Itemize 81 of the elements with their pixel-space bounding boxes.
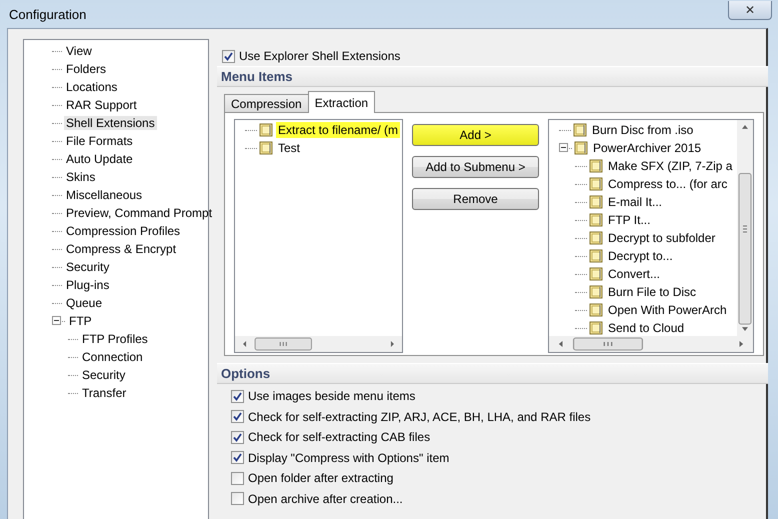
menu-item-icon [589,321,603,335]
menu-item[interactable]: Make SFX (ZIP, 7-Zip a [606,158,734,174]
checkbox[interactable] [231,430,244,444]
sidebar-item[interactable]: FTP [67,314,94,328]
horizontal-scrollbar[interactable] [235,336,402,352]
menu-item[interactable]: Open With PowerArch [606,302,729,318]
menu-item[interactable]: Burn Disc from .iso [590,122,696,138]
checkbox[interactable] [231,390,244,403]
menu-item[interactable]: Test [276,140,302,156]
checkbox[interactable] [222,50,235,62]
checkbox-label: Check for self-extracting CAB files [248,430,430,444]
menu-item[interactable]: Extract to filename/ (m [276,122,400,138]
menu-item-icon [573,123,587,137]
collapse-icon[interactable] [52,316,61,325]
menu-item-icon [574,141,588,155]
menu-item-icon [589,303,603,317]
checkbox-label: Use Explorer Shell Extensions [239,49,400,63]
menu-item-icon [259,123,273,137]
menu-item[interactable]: Compress to... (for arc [606,176,730,192]
menu-item-icon [589,285,603,299]
checkbox-label: Open folder after extracting [248,471,394,486]
sidebar-item[interactable]: Compression Profiles [64,224,182,238]
checkbox[interactable] [231,410,244,424]
menu-item-icon [589,249,603,263]
checkmark-icon [233,432,242,442]
horizontal-scrollbar[interactable] [549,336,753,352]
sidebar-item[interactable]: Folders [64,62,108,76]
sidebar-item[interactable]: Skins [64,170,98,184]
menu-item[interactable]: E-mail It... [606,194,664,210]
action-button[interactable]: Add > [412,124,539,146]
menu-item[interactable]: Decrypt to subfolder [606,230,718,246]
sidebar-item[interactable]: View [64,44,94,58]
checkmark-icon [233,412,242,422]
menu-item-icon [589,213,603,227]
close-button[interactable]: ✕ [728,0,772,20]
menu-item-icon [259,141,273,155]
menu-item-icon [589,231,603,245]
checkmark-icon [224,52,233,60]
tab[interactable]: Compression [224,94,309,113]
window-title: Configuration [9,6,86,22]
sidebar-item[interactable]: Plug-ins [64,278,112,292]
menu-item[interactable]: FTP It... [606,212,652,228]
menu-item[interactable]: Send to Cloud [606,320,686,336]
checkbox-label: Open archive after creation... [248,492,403,506]
tab[interactable]: Extraction [308,91,376,113]
vertical-scrollbar[interactable] [737,120,753,336]
sidebar-item[interactable]: Preview, Command Prompt [64,206,214,220]
checkbox-label: Use images beside menu items [248,389,416,404]
sidebar-item[interactable]: FTP Profiles [80,332,150,346]
menu-item[interactable]: Decrypt to... [606,248,675,264]
checkbox-label: Check for self-extracting ZIP, ARJ, ACE, BH, LHA, and RAR files [248,410,591,424]
sidebar-item[interactable]: Miscellaneous [64,188,144,202]
menu-item[interactable]: Burn File to Disc [606,284,698,300]
sidebar-item[interactable]: Auto Update [64,152,135,166]
menu-item-icon [589,195,603,209]
menu-item[interactable]: PowerArchiver 2015 [591,140,704,156]
menu-item-icon [589,267,603,281]
action-button[interactable]: Remove [412,188,539,210]
sidebar-item[interactable]: Connection [80,350,145,364]
sidebar-item[interactable]: File Formats [64,134,135,148]
sidebar-item[interactable]: Security [64,260,112,274]
checkmark-icon [233,453,242,462]
sidebar-item[interactable]: Security [80,368,128,382]
menu-item-icon [589,177,603,191]
sidebar-item[interactable]: Queue [64,296,104,310]
collapse-icon[interactable] [559,143,568,152]
checkbox-label: Display "Compress with Options" item [248,450,450,465]
checkbox[interactable] [231,472,244,485]
section-header: Menu Items [217,66,768,87]
section-header: Options [217,363,768,384]
sidebar-item[interactable]: Locations [64,80,120,94]
sidebar-item[interactable]: Shell Extensions [64,116,157,130]
menu-item-icon [589,159,603,173]
sidebar-item[interactable]: Transfer [80,386,128,400]
sidebar-item[interactable]: Compress & Encrypt [64,242,178,256]
checkmark-icon [233,392,242,401]
action-button[interactable]: Add to Submenu > [412,156,539,178]
checkbox[interactable] [231,492,244,506]
sidebar-item[interactable]: RAR Support [64,98,139,112]
menu-item[interactable]: Convert... [606,266,662,282]
checkbox[interactable] [231,451,244,464]
